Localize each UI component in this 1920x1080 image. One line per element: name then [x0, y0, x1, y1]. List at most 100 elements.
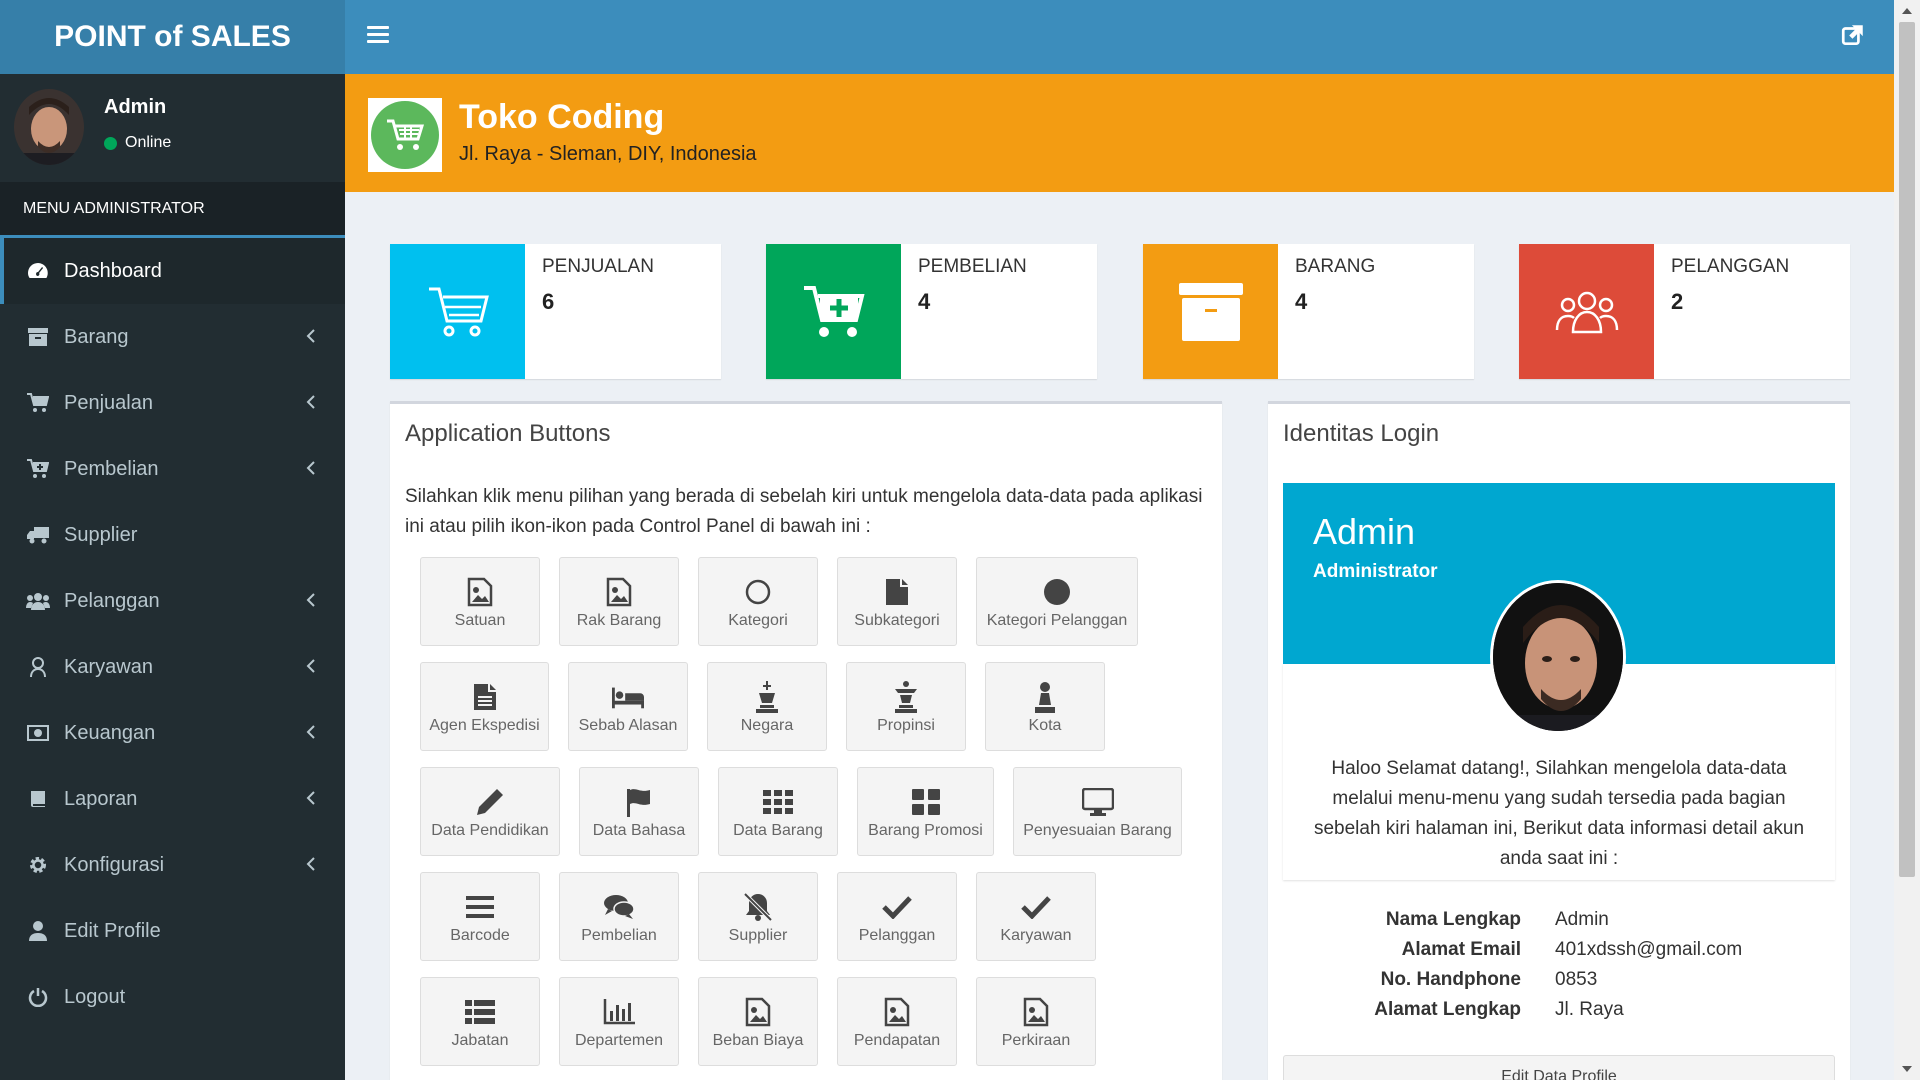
sidebar-item-dashboard[interactable]: Dashboard	[0, 238, 345, 304]
profile-field-handphone: No. Handphone 0853	[1283, 969, 1835, 999]
app-button-label: Data Barang	[733, 822, 823, 839]
app-button-data-bahasa[interactable]: Data Bahasa	[579, 767, 699, 856]
external-link-icon[interactable]	[1840, 22, 1866, 48]
sidebar-item-label: Laporan	[64, 787, 138, 810]
app-button-perkiraan[interactable]: Perkiraan	[976, 977, 1096, 1066]
bar-chart-icon	[603, 996, 635, 1028]
app-button-negara[interactable]: Negara	[707, 662, 827, 751]
dashboard-icon	[26, 259, 50, 283]
app-button-beban-biaya[interactable]: Beban Biaya	[698, 977, 818, 1066]
app-logo[interactable]: POINT of SALES	[0, 0, 345, 74]
app-button-karyawan[interactable]: Karyawan	[976, 872, 1096, 961]
menu-header: MENU ADMINISTRATOR	[0, 182, 345, 238]
app-button-propinsi[interactable]: Propinsi	[846, 662, 966, 751]
cart-plus-icon	[766, 244, 901, 379]
app-button-label: Data Pendidikan	[431, 822, 549, 839]
app-button-subkategori[interactable]: Subkategori	[837, 557, 957, 646]
app-button-sebab-alasan[interactable]: Sebab Alasan	[568, 662, 688, 751]
gear-icon	[26, 853, 50, 877]
app-button-penyesuaian-barang[interactable]: Penyesuaian Barang	[1013, 767, 1182, 856]
archive-icon	[26, 325, 50, 349]
profile-field-email: Alamat Email 401xdssh@gmail.com	[1283, 939, 1835, 969]
sidebar-item-konfigurasi[interactable]: Konfigurasi	[0, 832, 345, 898]
sidebar-item-karyawan[interactable]: Karyawan	[0, 634, 345, 700]
info-box-penjualan[interactable]: PENJUALAN 6	[390, 244, 721, 379]
truck-icon	[26, 523, 50, 547]
app-button-pembelian[interactable]: Pembelian	[559, 872, 679, 961]
hamburger-icon[interactable]	[367, 26, 389, 46]
sidebar-item-label: Pelanggan	[64, 589, 160, 612]
edit-profile-button[interactable]: Edit Data Profile	[1283, 1055, 1835, 1080]
scroll-down-arrow-icon[interactable]	[1894, 1058, 1920, 1080]
page-scrollbar[interactable]	[1894, 0, 1920, 1080]
sidebar-item-penjualan[interactable]: Penjualan	[0, 370, 345, 436]
app-button-label: Sebab Alasan	[578, 717, 678, 734]
book-icon	[26, 787, 50, 811]
app-button-agen-ekspedisi[interactable]: Agen Ekspedisi	[420, 662, 549, 751]
sidebar-item-pelanggan[interactable]: Pelanggan	[0, 568, 345, 634]
app-button-label: Beban Biaya	[712, 1032, 804, 1049]
image-icon	[742, 996, 774, 1028]
app-button-label: Rak Barang	[576, 612, 662, 629]
info-box-pembelian[interactable]: PEMBELIAN 4	[766, 244, 1097, 379]
app-button-label: Jabatan	[451, 1032, 509, 1049]
check-icon	[881, 891, 913, 923]
panel-title: Application Buttons	[405, 420, 611, 447]
shopping-cart-icon	[371, 101, 439, 169]
app-button-barcode[interactable]: Barcode	[420, 872, 540, 961]
app-button-pelanggan[interactable]: Pelanggan	[837, 872, 957, 961]
chess-pawn-icon	[1029, 681, 1061, 713]
sidebar-item-label: Konfigurasi	[64, 853, 165, 876]
app-button-departemen[interactable]: Departemen	[559, 977, 679, 1066]
app-button-label: Subkategori	[854, 612, 940, 629]
sidebar-item-logout[interactable]: Logout	[0, 964, 345, 1030]
top-navbar	[345, 0, 1894, 74]
grid-icon	[762, 786, 794, 818]
info-box-barang[interactable]: BARANG 4	[1143, 244, 1474, 379]
app-button-kota[interactable]: Kota	[985, 662, 1105, 751]
sidebar-item-keuangan[interactable]: Keuangan	[0, 700, 345, 766]
app-button-rak-barang[interactable]: Rak Barang	[559, 557, 679, 646]
sidebar-item-pembelian[interactable]: Pembelian	[0, 436, 345, 502]
app-button-kategori-pelanggan[interactable]: Kategori Pelanggan	[976, 557, 1138, 646]
online-status-dot	[104, 136, 117, 150]
app-button-data-pendidikan[interactable]: Data Pendidikan	[420, 767, 560, 856]
app-button-pendapatan[interactable]: Pendapatan	[837, 977, 957, 1066]
sidebar-item-barang[interactable]: Barang	[0, 304, 345, 370]
archive-icon	[1143, 244, 1278, 379]
image-icon	[603, 576, 635, 608]
widget-user-name: Admin	[1313, 511, 1416, 552]
scrollbar-thumb[interactable]	[1899, 22, 1915, 877]
app-button-label: Pelanggan	[858, 927, 936, 944]
store-name: Toko Coding	[459, 98, 665, 136]
store-header: Toko Coding Jl. Raya - Sleman, DIY, Indo…	[345, 74, 1894, 192]
app-button-barang-promosi[interactable]: Barang Promosi	[857, 767, 994, 856]
sidebar: Admin Online MENU ADMINISTRATOR Dashboar…	[0, 74, 345, 1080]
sidebar-item-laporan[interactable]: Laporan	[0, 766, 345, 832]
chevron-left-icon	[306, 659, 315, 673]
app-button-data-barang[interactable]: Data Barang	[718, 767, 838, 856]
field-value: 401xdssh@gmail.com	[1555, 939, 1743, 960]
info-box-value: 4	[918, 289, 931, 314]
app-button-kategori[interactable]: Kategori	[698, 557, 818, 646]
app-button-supplier[interactable]: Supplier	[698, 872, 818, 961]
app-button-label: Kategori	[728, 612, 788, 629]
sidebar-item-edit-profile[interactable]: Edit Profile	[0, 898, 345, 964]
sidebar-item-supplier[interactable]: Supplier	[0, 502, 345, 568]
app-button-satuan[interactable]: Satuan	[420, 557, 540, 646]
comments-icon	[603, 891, 635, 923]
field-value: Jl. Raya	[1555, 999, 1624, 1020]
welcome-message: Haloo Selamat datang!, Silahkan mengelol…	[1313, 758, 1805, 869]
app-button-label: Negara	[740, 717, 794, 734]
app-button-label: Penyesuaian Barang	[1023, 822, 1172, 839]
info-box-pelanggan[interactable]: PELANGGAN 2	[1519, 244, 1850, 379]
file-text-icon	[469, 681, 501, 713]
profile-field-alamat: Alamat Lengkap Jl. Raya	[1283, 999, 1835, 1029]
info-box-label: PEMBELIAN	[918, 256, 1027, 277]
scroll-up-arrow-icon[interactable]	[1894, 0, 1920, 22]
cart-plus-icon	[26, 457, 50, 481]
app-button-jabatan[interactable]: Jabatan	[420, 977, 540, 1066]
store-logo	[368, 98, 442, 172]
circle-outline-icon	[742, 576, 774, 608]
application-buttons-panel: Application Buttons Silahkan klik menu p…	[390, 401, 1222, 1080]
